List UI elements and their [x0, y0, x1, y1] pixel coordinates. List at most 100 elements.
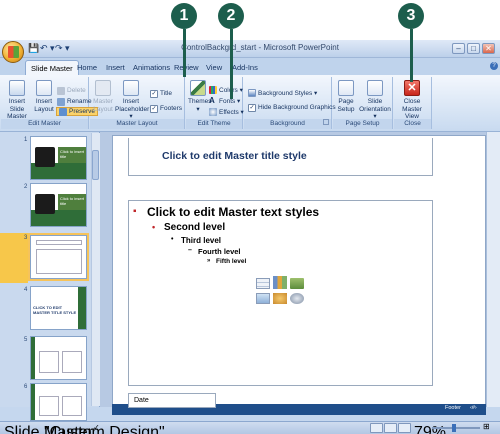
help-icon[interactable]: ? [490, 62, 498, 70]
group-label: Page Setup [333, 119, 392, 129]
insert-smartart-icon[interactable] [290, 278, 304, 289]
insert-layout-label: Insert Layout [34, 98, 54, 113]
thumbnail-slide-1[interactable]: Click to insert title [30, 136, 87, 180]
title-label: Title [160, 90, 173, 97]
thumb-title: CLICK TO EDIT MASTER TITLE STYLE [33, 305, 77, 315]
slide-orientation-label: Slide Orientation ▾ [359, 98, 391, 120]
insert-picture-icon[interactable] [256, 293, 270, 304]
page-setup-icon [338, 80, 354, 96]
tab-view[interactable]: View [201, 60, 227, 75]
footers-label: Footers [160, 105, 183, 112]
slide-orientation-button[interactable]: Slide Orientation ▾ [358, 80, 392, 121]
delete-button[interactable]: Delete [57, 86, 86, 95]
slide-sorter-icon[interactable] [384, 423, 397, 433]
page-setup-button[interactable]: Page Setup [335, 80, 357, 113]
effects-button[interactable]: Effects ▾ [209, 107, 244, 116]
preserve-icon [59, 107, 67, 116]
thumbnail-number: 3 [24, 235, 28, 241]
hide-background-graphics-checkbox[interactable]: ✓ Hide Background Graphics [248, 103, 336, 112]
minimize-button[interactable]: – [452, 43, 465, 54]
thumb-column-left [39, 351, 59, 373]
checkbox-icon: ✓ [248, 103, 256, 112]
tab-slide-master[interactable]: Slide Master [25, 60, 79, 75]
rename-button[interactable]: Rename [57, 97, 92, 106]
dialog-launcher-icon[interactable] [323, 119, 329, 125]
thumbnail-slide-4[interactable]: CLICK TO EDIT MASTER TITLE STYLE [30, 286, 87, 330]
save-icon[interactable]: 💾 [28, 43, 39, 54]
fit-to-window-icon[interactable]: ⊞ [483, 422, 490, 431]
insert-clip-art-icon[interactable] [273, 293, 287, 304]
callout-3: 3 [398, 3, 424, 29]
page-setup-label: Page Setup [337, 98, 355, 113]
delete-label: Delete [67, 87, 86, 94]
title-placeholder-text: Click to edit Master title style [162, 150, 307, 162]
slide-number-placeholder[interactable]: ‹#› [470, 405, 477, 411]
level-2-text: Second level [164, 222, 226, 233]
title-checkbox[interactable]: ✓ Title [150, 89, 172, 98]
master-layout-button[interactable]: Master Layout [92, 80, 114, 113]
background-styles-button[interactable]: Background Styles ▾ [248, 88, 317, 97]
zoom-slider-thumb[interactable] [452, 424, 456, 432]
insert-layout-button[interactable]: Insert Layout [33, 80, 55, 113]
close-master-view-button[interactable]: ✕ Close Master View [395, 80, 429, 121]
redo-button[interactable]: ↷ ▾ [55, 43, 70, 54]
level-4-text: Fourth level [198, 247, 241, 256]
office-button[interactable] [2, 41, 24, 63]
thumb-image [35, 194, 55, 214]
slide-orientation-icon [367, 80, 383, 96]
slide-show-icon[interactable] [398, 423, 411, 433]
normal-view-icon[interactable] [370, 423, 383, 433]
rename-icon [57, 97, 65, 106]
themes-button[interactable]: Themes ▾ [188, 80, 211, 113]
thumbnail-scroll-thumb[interactable] [92, 150, 99, 180]
bullet-icon: • [152, 222, 156, 232]
master-layout-icon [95, 80, 111, 96]
insert-media-icon[interactable] [290, 293, 304, 304]
spell-check-icon[interactable]: ✓ [93, 423, 100, 432]
insert-placeholder-label: Insert Placeholder ▾ [115, 98, 150, 120]
undo-button[interactable]: ↶ ▾ [40, 43, 55, 54]
thumbnail-number: 2 [24, 184, 28, 190]
slide-scrollbar[interactable] [486, 132, 500, 407]
zoom-level[interactable]: 79% [414, 424, 446, 434]
callout-1-line [183, 29, 186, 77]
thumbnail-slide-5[interactable] [30, 336, 87, 380]
dash-icon: – [188, 247, 192, 254]
bullet-icon: • [171, 236, 174, 243]
thumbnail-number: 1 [24, 137, 28, 143]
close-master-view-label: Close Master View [402, 98, 422, 120]
footers-checkbox[interactable]: ✓ Footers [150, 104, 182, 113]
zoom-slider[interactable] [432, 427, 480, 429]
date-placeholder[interactable]: Date [128, 393, 216, 408]
insert-placeholder-button[interactable]: Insert Placeholder ▾ [115, 80, 150, 121]
fonts-button[interactable]: A Fonts ▾ [209, 96, 240, 105]
footer-placeholder[interactable]: Footer [445, 405, 461, 411]
slide-master-icon [9, 80, 25, 96]
insert-slide-master-button[interactable]: Insert Slide Master [3, 80, 31, 121]
layout-icon [36, 80, 52, 96]
rename-label: Rename [67, 98, 92, 105]
tab-insert[interactable]: Insert [101, 60, 130, 75]
maximize-button[interactable]: □ [467, 43, 480, 54]
insert-table-icon[interactable] [256, 278, 270, 289]
master-layout-label: Master Layout [93, 98, 113, 113]
fonts-icon: A [209, 95, 215, 105]
thumbnail-number: 5 [24, 337, 28, 343]
tab-review[interactable]: Review [169, 60, 204, 75]
thumbnail-slide-6[interactable] [30, 383, 87, 421]
insert-chart-icon[interactable] [273, 276, 287, 289]
thumb-column-left [39, 396, 59, 416]
group-label: Master Layout [90, 119, 184, 129]
callout-1: 1 [171, 3, 197, 29]
thumbnail-slide-3[interactable] [28, 233, 89, 281]
status-theme: "Custom Design" [44, 424, 165, 434]
close-window-button[interactable]: ✕ [482, 43, 495, 54]
colors-button[interactable]: Colors ▾ [209, 85, 243, 94]
thumb-column-right [62, 351, 82, 373]
tab-home[interactable]: Home [72, 60, 102, 75]
effects-icon [209, 107, 217, 116]
thumbnail-slide-2[interactable]: Click to insert title [30, 183, 87, 227]
group-label: Close [394, 119, 431, 129]
checkbox-icon: ✓ [150, 89, 158, 98]
bullet-icon: » [207, 258, 211, 264]
